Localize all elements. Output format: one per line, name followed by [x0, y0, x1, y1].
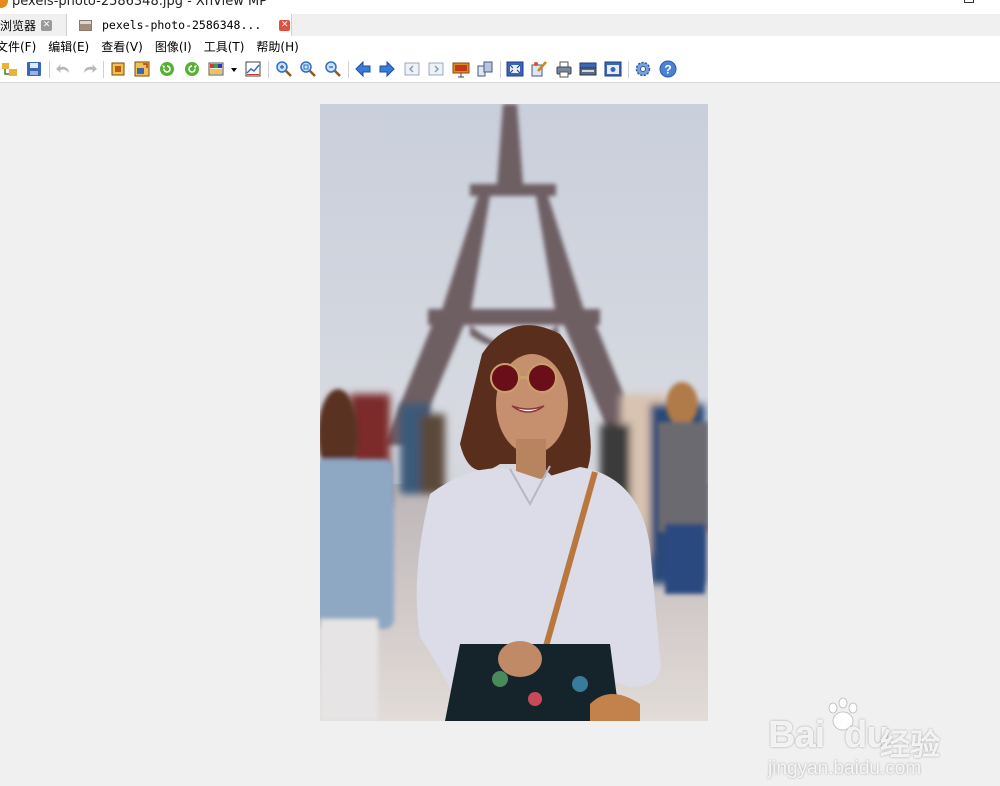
- histogram-icon[interactable]: [244, 60, 262, 78]
- title-bar: pexels-photo-2586348.jpg - XnView MP: [0, 0, 1000, 14]
- compare-icon[interactable]: [476, 60, 494, 78]
- print-icon[interactable]: [555, 60, 573, 78]
- save-icon[interactable]: [25, 60, 43, 78]
- menu-file[interactable]: 文件(F): [0, 38, 36, 55]
- rotate-right-icon[interactable]: [183, 60, 201, 78]
- fullscreen-icon[interactable]: [506, 60, 524, 78]
- redo-icon[interactable]: [80, 60, 98, 78]
- previous-image-icon[interactable]: [354, 60, 372, 78]
- last-page-icon[interactable]: [427, 60, 445, 78]
- dropdown-arrow-icon[interactable]: [229, 60, 239, 78]
- edit-paint-icon[interactable]: [530, 60, 548, 78]
- window-title: pexels-photo-2586348.jpg - XnView MP: [12, 0, 268, 9]
- tab-browser-label: 浏览器: [0, 18, 37, 33]
- slideshow-icon[interactable]: [452, 60, 470, 78]
- undo-icon[interactable]: [55, 60, 73, 78]
- settings-icon[interactable]: [634, 60, 652, 78]
- zoom-out-icon[interactable]: [324, 60, 342, 78]
- resize-icon[interactable]: [133, 60, 151, 78]
- adjust-colors-icon[interactable]: [207, 60, 225, 78]
- menu-bar: 文件(F) 编辑(E) 查看(V) 图像(I) 工具(T) 帮助(H): [0, 36, 1000, 57]
- first-page-icon[interactable]: [403, 60, 421, 78]
- image-viewer[interactable]: Bai du 经验 jingyan.baidu.com: [0, 83, 1000, 779]
- menu-view[interactable]: 查看(V): [101, 38, 143, 55]
- tab-image[interactable]: pexels-photo-2586348... ✕: [66, 14, 292, 36]
- close-icon[interactable]: ✕: [279, 19, 291, 31]
- zoom-in-icon[interactable]: [275, 60, 293, 78]
- image-file-icon: [79, 19, 92, 31]
- maximize-button[interactable]: [964, 0, 974, 3]
- watermark-url: jingyan.baidu.com: [768, 758, 922, 779]
- xnview-app-icon: [0, 0, 8, 8]
- rotate-left-icon[interactable]: [158, 60, 176, 78]
- svg-text:?: ?: [664, 63, 671, 77]
- help-icon[interactable]: ?: [659, 60, 677, 78]
- capture-icon[interactable]: [604, 60, 622, 78]
- tab-image-label: pexels-photo-2586348...: [102, 18, 262, 32]
- menu-tools[interactable]: 工具(T): [204, 38, 245, 55]
- menu-image[interactable]: 图像(I): [155, 38, 192, 55]
- tab-browser[interactable]: 浏览器 ✕: [0, 14, 66, 36]
- toolbar: ?: [0, 57, 1000, 83]
- menu-edit[interactable]: 编辑(E): [48, 38, 89, 55]
- open-in-browser-icon[interactable]: [1, 60, 19, 78]
- photo: [320, 104, 708, 721]
- crop-icon[interactable]: [109, 60, 127, 78]
- menu-help[interactable]: 帮助(H): [256, 38, 298, 55]
- tab-bar: 浏览器 ✕ pexels-photo-2586348... ✕: [0, 14, 1000, 36]
- close-icon[interactable]: ✕: [41, 19, 53, 31]
- watermark-brand: Bai du: [768, 714, 890, 756]
- baidu-watermark: Bai du 经验 jingyan.baidu.com: [768, 696, 958, 786]
- zoom-fit-icon[interactable]: [299, 60, 317, 78]
- next-image-icon[interactable]: [378, 60, 396, 78]
- scanner-icon[interactable]: [579, 60, 597, 78]
